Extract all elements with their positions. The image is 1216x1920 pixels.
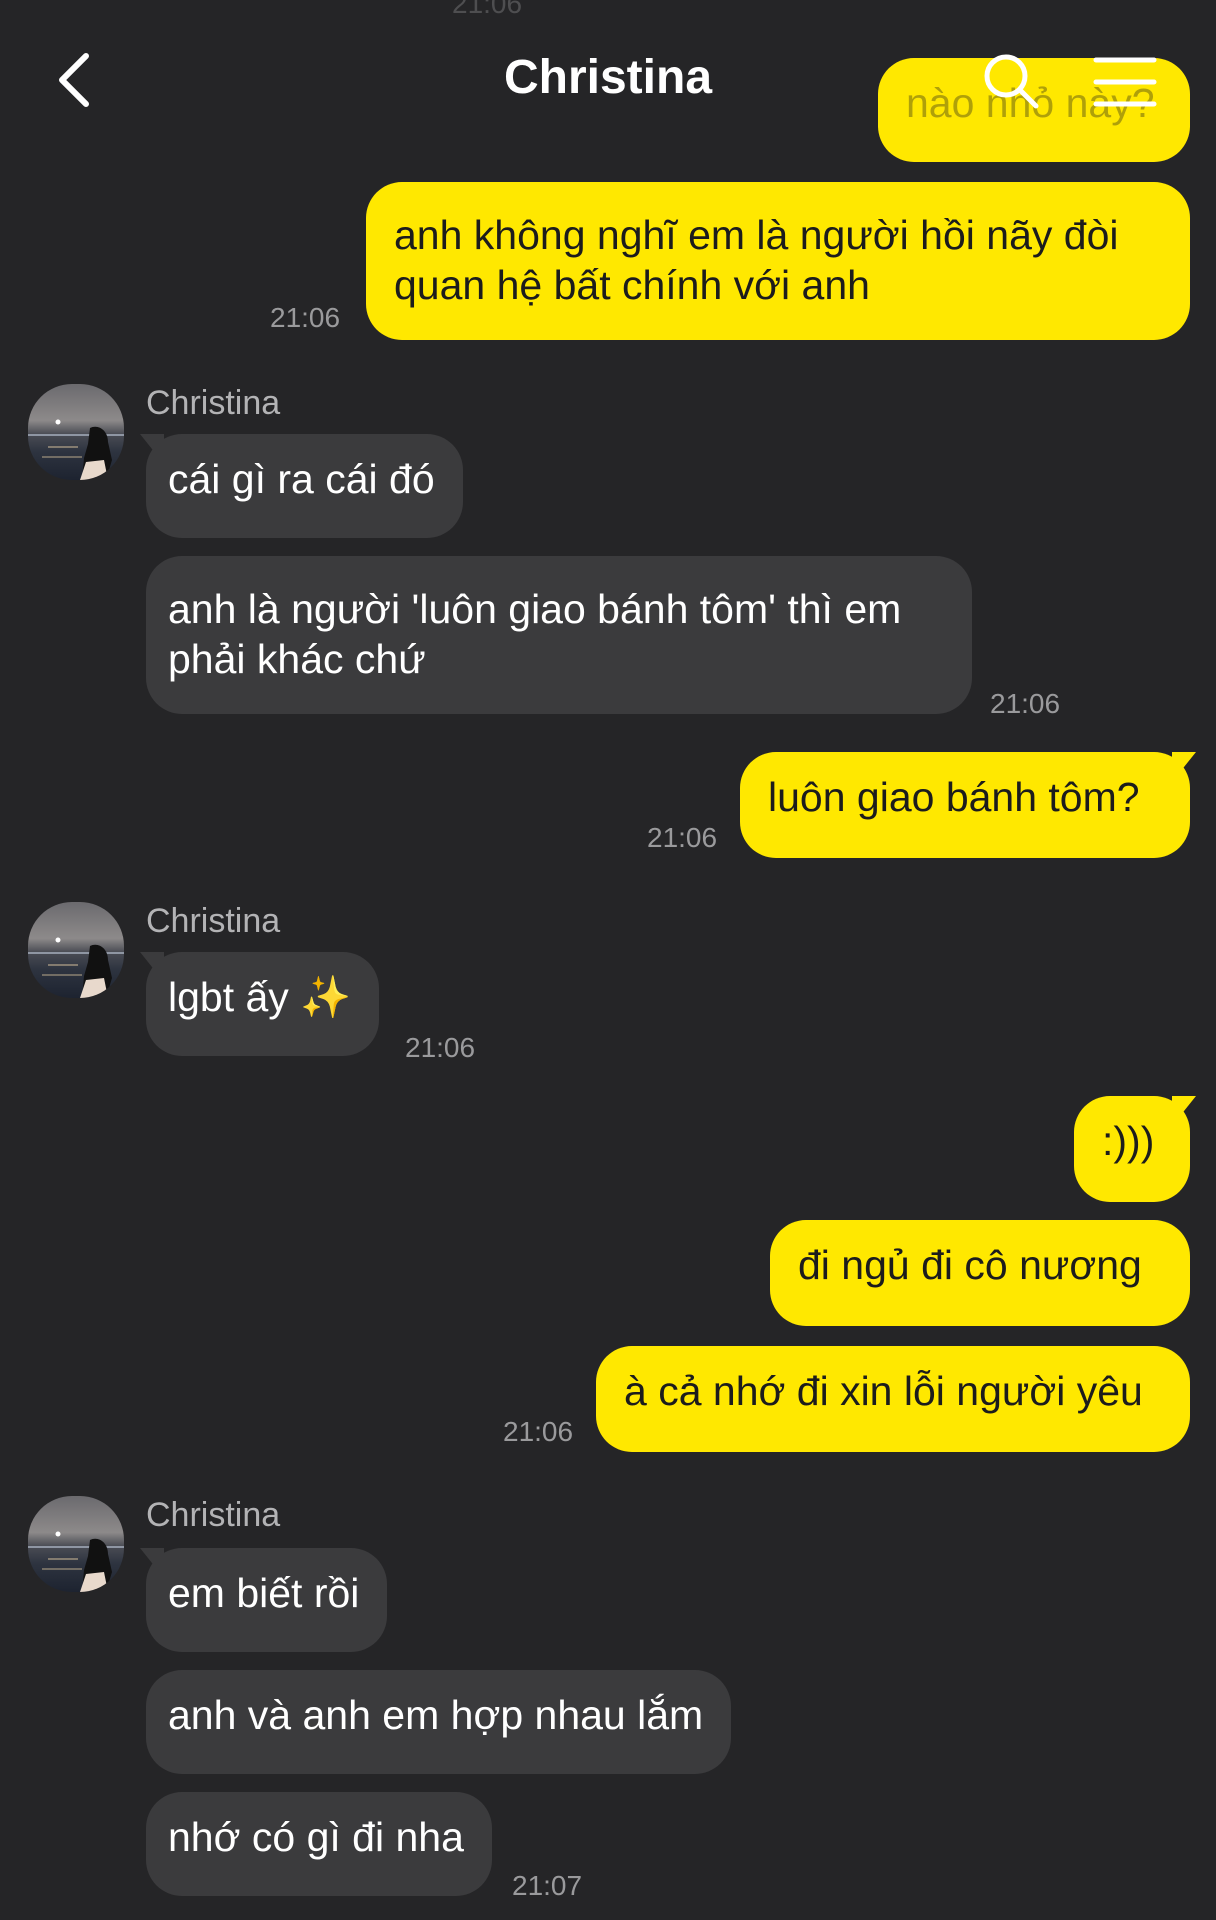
message-text: đi ngủ đi cô nương	[798, 1242, 1142, 1288]
chevron-left-icon	[59, 53, 89, 107]
message-timestamp: 21:06	[647, 822, 718, 853]
message-text: lgbt ấy ✨	[168, 974, 352, 1020]
search-button[interactable]	[980, 50, 1044, 114]
sender-name: Christina	[146, 902, 281, 940]
outgoing-message[interactable]: :)))	[1074, 1096, 1196, 1202]
outgoing-message[interactable]: đi ngủ đi cô nương	[770, 1220, 1190, 1326]
message-text: à cả nhớ đi xin lỗi người yêu	[624, 1368, 1143, 1414]
menu-button[interactable]	[1090, 52, 1160, 112]
message-text: anh không nghĩ em là người hồi nãy đòi	[394, 212, 1119, 258]
avatar-photo	[28, 937, 124, 998]
incoming-message[interactable]: lgbt ấy ✨	[139, 952, 380, 1056]
sender-name: Christina	[146, 384, 281, 422]
message-text: cái gì ra cái đó	[168, 456, 435, 502]
message-text: em biết rồi	[168, 1570, 360, 1616]
sender-name: Christina	[146, 1496, 281, 1534]
avatar[interactable]	[28, 384, 124, 480]
message-text: nhớ có gì đi nha	[168, 1814, 464, 1860]
incoming-message[interactable]: cái gì ra cái đó	[140, 434, 463, 538]
incoming-message[interactable]: em biết rồi	[139, 1548, 388, 1652]
message-text: anh là người 'luôn giao bánh tôm' thì em	[168, 586, 902, 632]
incoming-message[interactable]: nhớ có gì đi nha	[146, 1792, 492, 1896]
message-text: :)))	[1102, 1118, 1155, 1164]
avatar-photo	[28, 1531, 124, 1592]
outgoing-message[interactable]: luôn giao bánh tôm?	[740, 752, 1196, 858]
message-text: luôn giao bánh tôm?	[768, 774, 1140, 820]
message-timestamp: 21:06	[990, 688, 1061, 719]
message-text: phải khác chứ	[168, 636, 426, 682]
message-timestamp: 21:07	[512, 1870, 583, 1901]
back-button[interactable]	[48, 48, 104, 112]
message-timestamp: 21:06	[405, 1032, 476, 1063]
message-text: quan hệ bất chính với anh	[394, 262, 870, 308]
chat-header: Christina	[0, 0, 1216, 160]
search-icon	[984, 54, 1039, 109]
incoming-message[interactable]: anh là người 'luôn giao bánh tôm' thì em…	[146, 556, 972, 714]
avatar[interactable]	[28, 902, 124, 998]
hamburger-menu-icon	[1093, 57, 1157, 107]
message-timestamp: 21:06	[503, 1416, 574, 1447]
message-text: anh và anh em hợp nhau lắm	[168, 1692, 704, 1738]
outgoing-message[interactable]: anh không nghĩ em là người hồi nãy đòi q…	[366, 182, 1190, 340]
message-timestamp: 21:06	[270, 302, 341, 333]
avatar[interactable]	[28, 1496, 124, 1592]
incoming-message[interactable]: anh và anh em hợp nhau lắm	[146, 1670, 732, 1774]
avatar-photo	[28, 419, 124, 480]
outgoing-message[interactable]: à cả nhớ đi xin lỗi người yêu	[596, 1346, 1190, 1452]
